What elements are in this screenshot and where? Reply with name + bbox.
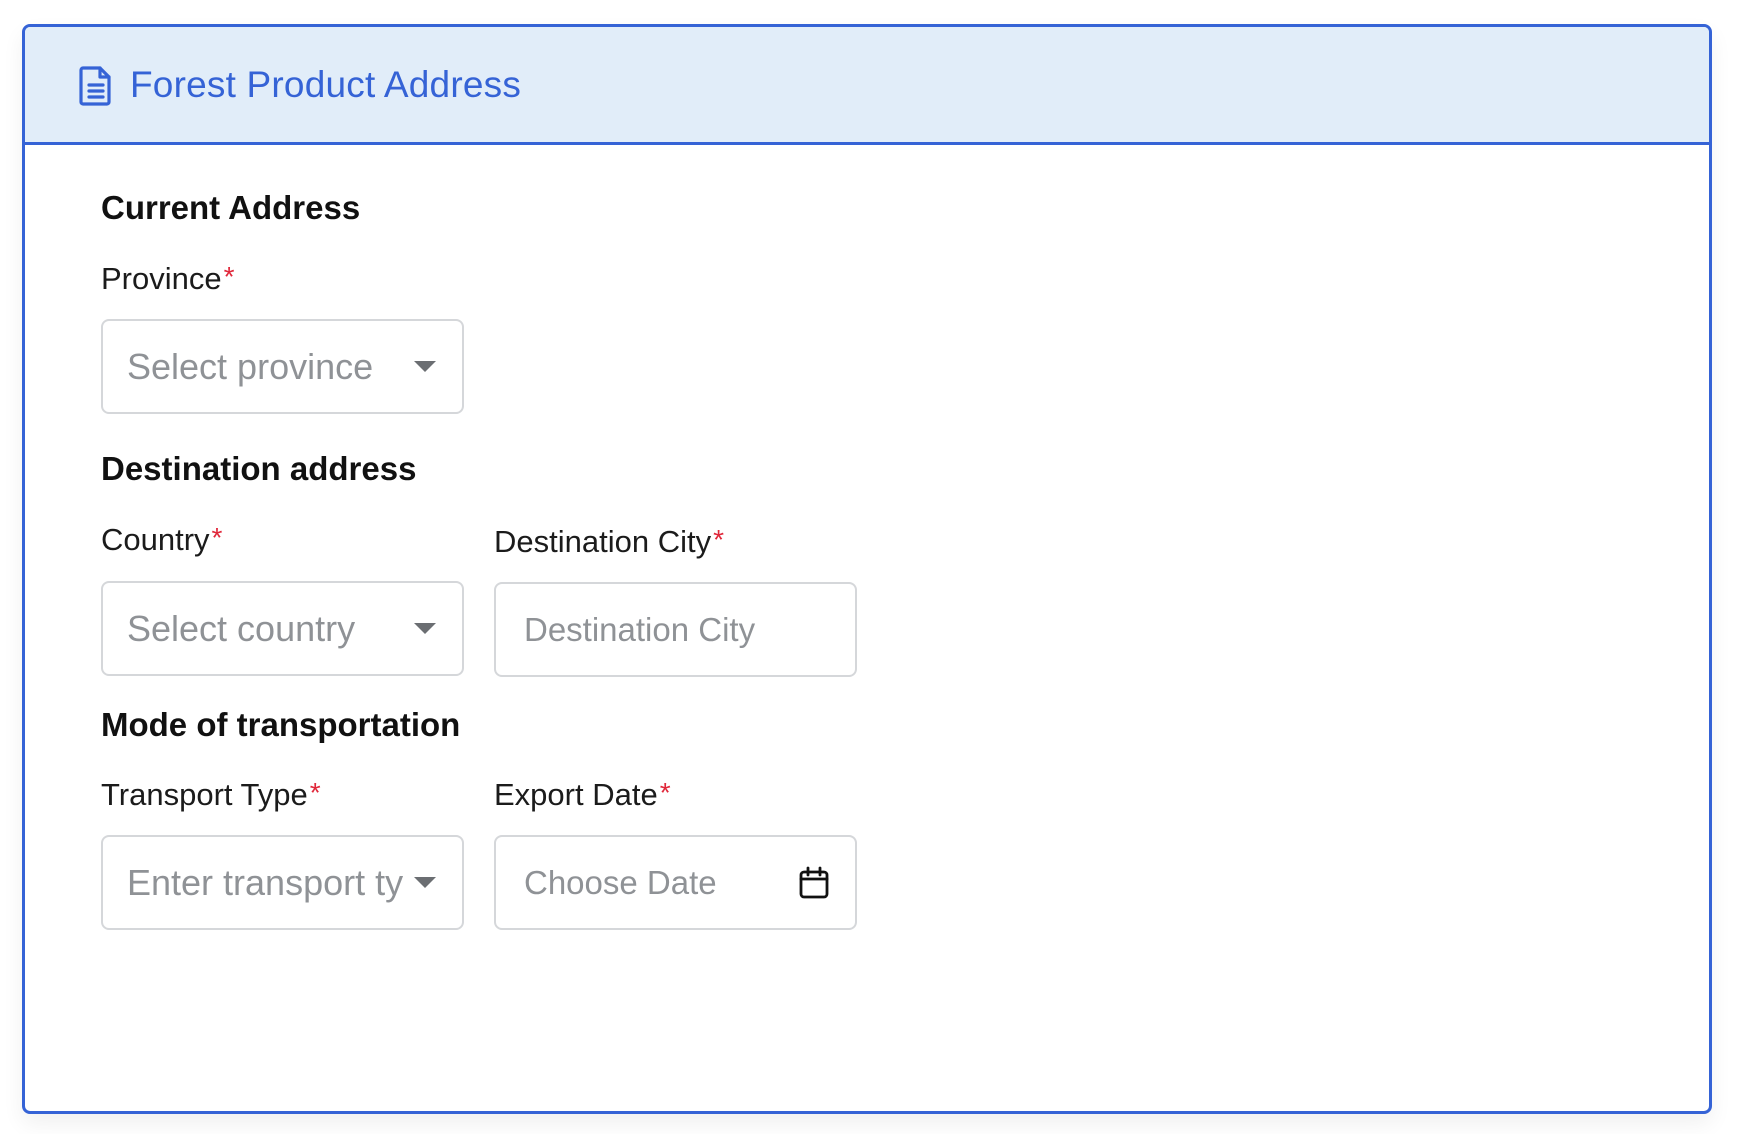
country-required-mark: * (211, 522, 223, 553)
province-select-placeholder: Select province (127, 345, 374, 387)
current-address-heading: Current Address (101, 189, 361, 226)
document-icon (78, 63, 114, 107)
transport-type-label-text: Transport Type (101, 777, 308, 812)
country-select[interactable]: Select country (101, 581, 464, 676)
destination-city-placeholder: Destination City (524, 610, 756, 648)
destination-city-label: Destination City* (494, 524, 724, 560)
transport-type-required-mark: * (309, 777, 321, 808)
province-select[interactable]: Select province (101, 319, 464, 414)
transport-type-label: Transport Type* (101, 777, 321, 813)
province-required-mark: * (223, 261, 235, 292)
export-date-label-text: Export Date (494, 777, 658, 812)
province-label-text: Province (101, 261, 222, 296)
forest-product-address-card: Forest Product Address Current Address P… (22, 24, 1712, 1114)
export-date-input[interactable]: Choose Date (494, 835, 857, 930)
country-label-text: Country (101, 522, 210, 557)
destination-city-input[interactable]: Destination City (494, 582, 857, 677)
calendar-icon[interactable] (798, 866, 830, 900)
transportation-heading: Mode of transportation (101, 706, 461, 743)
card-title: Forest Product Address (130, 63, 522, 105)
export-date-placeholder: Choose Date (524, 863, 717, 901)
chevron-down-icon[interactable] (414, 877, 436, 888)
card-body: Current Address Province* Select provinc… (25, 145, 1709, 1111)
destination-city-label-text: Destination City (494, 524, 712, 559)
transport-type-placeholder: Enter transport type (127, 861, 404, 903)
destination-city-required-mark: * (713, 524, 724, 555)
card-header: Forest Product Address (25, 27, 1709, 145)
export-date-required-mark: * (659, 777, 671, 808)
country-label: Country* (101, 522, 222, 558)
chevron-down-icon[interactable] (414, 623, 436, 634)
destination-address-heading: Destination address (101, 450, 417, 487)
country-select-placeholder: Select country (127, 607, 356, 649)
export-date-label: Export Date* (494, 777, 671, 813)
chevron-down-icon[interactable] (414, 361, 436, 372)
province-label: Province* (101, 261, 235, 297)
transport-type-select[interactable]: Enter transport type (101, 835, 464, 930)
